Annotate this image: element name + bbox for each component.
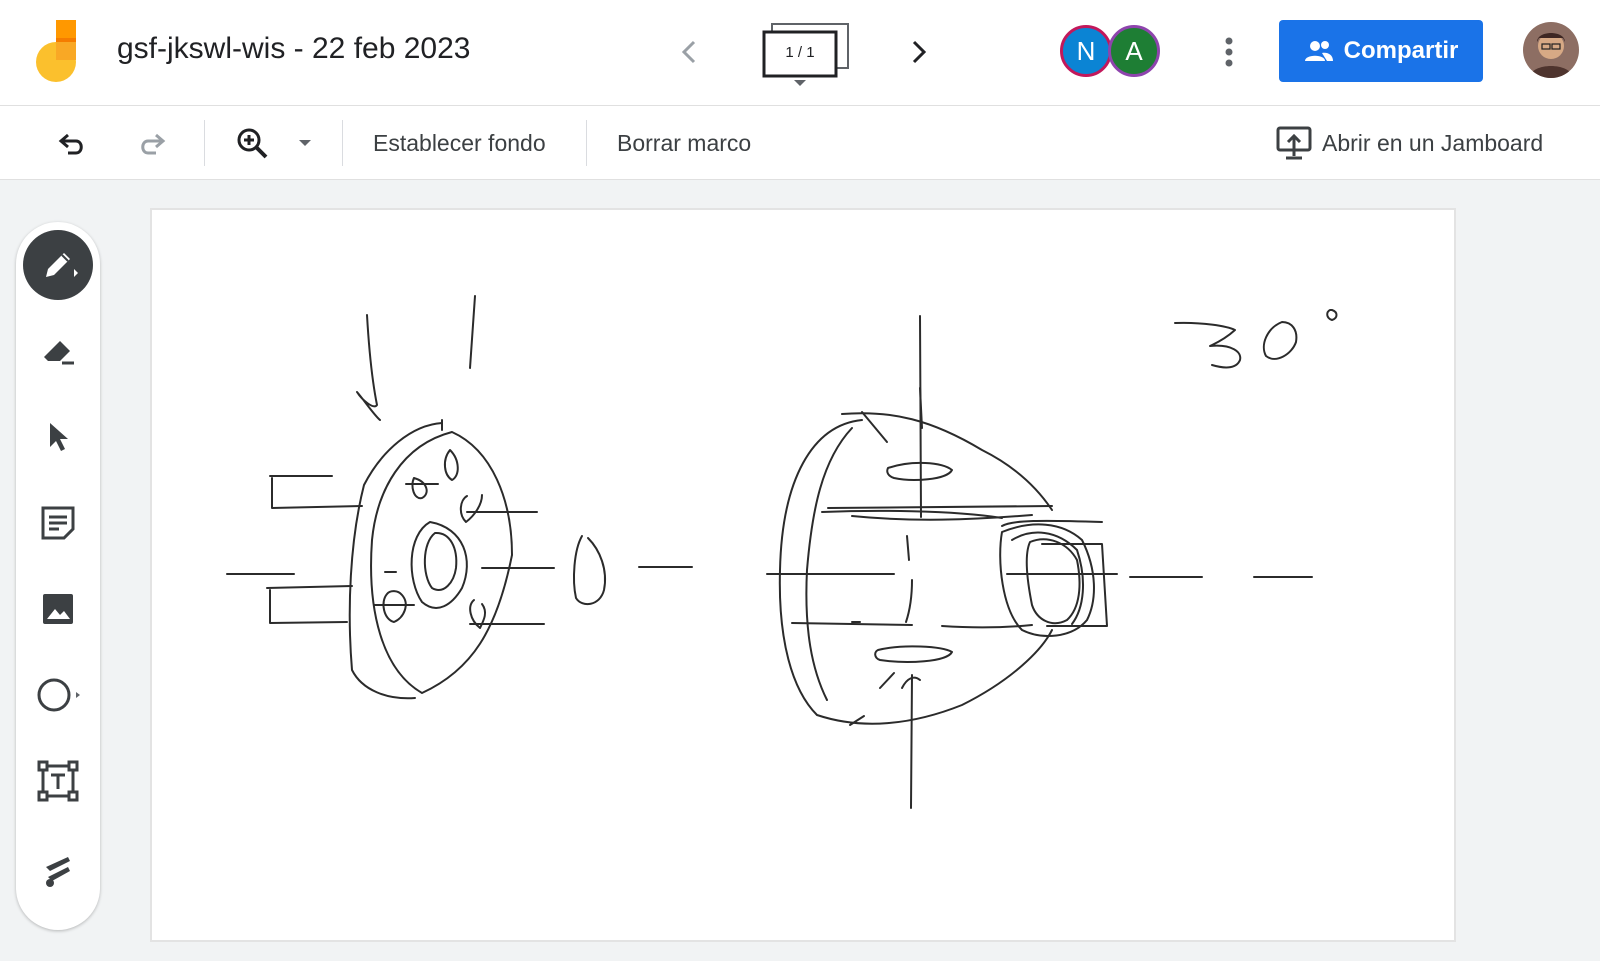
next-frame-button[interactable] [898,32,938,72]
text-box-icon [37,760,79,802]
share-button[interactable]: Compartir [1279,20,1483,82]
set-background-button[interactable]: Establecer fondo [373,130,546,157]
cursor-icon [50,423,68,451]
laser-tool[interactable] [23,834,93,904]
redo-icon [141,133,166,155]
image-tool[interactable] [23,574,93,644]
previous-frame-button[interactable] [670,32,710,72]
more-vert-icon [1225,37,1233,67]
collaborator-avatar-a[interactable]: A [1108,25,1160,77]
frame-indicator: 1 / 1 [785,44,815,61]
jam-canvas[interactable] [150,208,1456,942]
zoom-button[interactable] [232,123,272,163]
zoom-dropdown-button[interactable] [288,123,322,163]
clear-frame-button[interactable]: Borrar marco [617,130,751,157]
eraser-icon [44,341,74,365]
present-to-device-icon [1276,126,1312,160]
edit-toolbar: Establecer fondo Borrar marco Abrir en u… [0,106,1600,180]
select-tool[interactable] [23,402,93,472]
top-bar: gsf-jkswl-wis - 22 feb 2023 1 / 1 N A Co… [0,0,1600,106]
undo-icon [58,133,83,155]
collaborator-avatar-n[interactable]: N [1060,25,1112,77]
toolbar-divider [342,120,343,166]
more-options-button[interactable] [1214,32,1244,72]
pen-icon [46,253,78,277]
hand-drawn-sketch [226,295,1338,809]
toolbar-divider [586,120,587,166]
person-add-icon [1304,41,1333,61]
redo-button[interactable] [132,123,172,163]
image-icon [43,594,73,624]
toolbar-divider [204,120,205,166]
pen-tool[interactable] [23,230,93,300]
share-label: Compartir [1343,37,1459,64]
text-box-tool[interactable] [23,746,93,816]
eraser-tool[interactable] [23,316,93,386]
circle-icon [37,678,80,712]
frame-selector[interactable]: 1 / 1 [760,22,852,86]
caret-down-icon [299,140,311,146]
zoom-in-icon [237,128,268,159]
circle-tool[interactable] [23,660,93,730]
laser-icon [46,857,70,887]
open-in-jamboard-button[interactable]: Abrir en un Jamboard [1276,123,1543,163]
undo-button[interactable] [52,123,92,163]
chevron-left-icon [681,40,696,64]
document-title[interactable]: gsf-jkswl-wis - 22 feb 2023 [117,32,470,66]
jamboard-logo-icon [34,20,82,84]
sticky-note-tool[interactable] [23,488,93,558]
open-in-jamboard-label: Abrir en un Jamboard [1322,129,1544,156]
chevron-right-icon [912,40,927,64]
tool-palette [16,222,100,930]
user-avatar[interactable] [1523,22,1579,78]
sticky-note-icon [41,506,75,540]
